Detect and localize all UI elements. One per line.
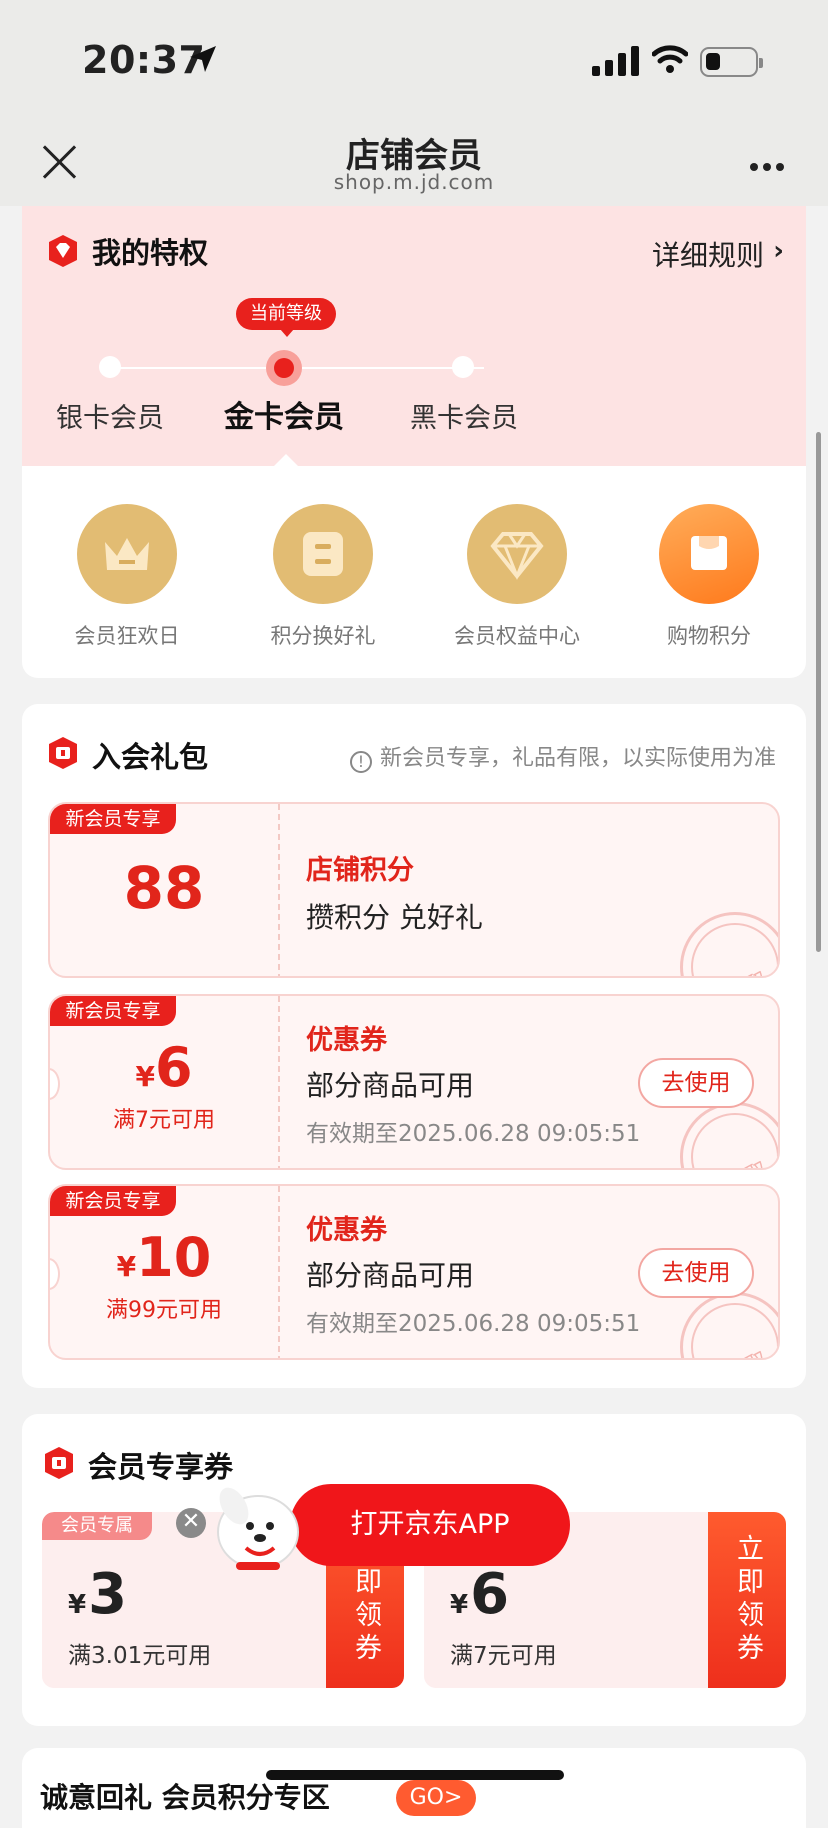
rules-link[interactable]: 详细规则 (652, 234, 764, 274)
coupon-amount: ¥6 (450, 1562, 510, 1627)
privilege-card: 我的特权 详细规则 › 当前等级 银卡会员 金卡会员 黑卡会员 会员狂欢日 积分… (22, 206, 806, 678)
chevron-right-icon[interactable]: › (773, 236, 784, 266)
level-silver[interactable]: 银卡会员 (30, 396, 190, 435)
coupon-title: 优惠券 (306, 1215, 387, 1246)
coupon-badge-icon (49, 737, 77, 769)
coupon-title: 优惠券 (306, 1025, 387, 1056)
claimed-stamp: 已领取 (680, 912, 778, 976)
member-coupon-section: 会员专享券 会员专属 ¥3 满3.01元可用 立即领券 ¥6 满7元可用 立即领… (22, 1414, 806, 1726)
diamond-badge-icon (49, 235, 77, 267)
member-only-tag: 会员专属 (42, 1512, 152, 1540)
feature-points-gift[interactable]: 积分换好礼 (248, 504, 398, 650)
level-pointer (274, 454, 298, 466)
ticket-icon (273, 504, 373, 604)
points-zone-section: 诚意回礼 会员积分专区 GO> (22, 1748, 806, 1828)
gift-coupon-points: 新会员专享 88 店铺积分 攒积分 兑好礼 已领取 (48, 802, 780, 978)
info-icon: ! (349, 751, 372, 773)
gift-title: 入会礼包 (92, 740, 209, 774)
coupon-condition: 满7元可用 (450, 1643, 557, 1669)
use-coupon-button[interactable]: 去使用 (638, 1248, 754, 1298)
crown-icon (77, 504, 177, 604)
open-jd-app-button[interactable]: 打开京东APP (290, 1484, 570, 1566)
level-gold[interactable]: 金卡会员 (204, 392, 364, 436)
coupon-amount: ¥3 (68, 1562, 128, 1627)
feature-benefit-center[interactable]: 会员权益中心 (442, 504, 592, 650)
home-indicator[interactable] (266, 1770, 564, 1780)
cellular-signal-icon (592, 46, 639, 76)
location-arrow-icon (190, 46, 216, 72)
coupon-badge-icon (45, 1447, 73, 1479)
new-member-tag: 新会员专享 (50, 1186, 176, 1216)
current-level-badge: 当前等级 (236, 298, 336, 337)
coupon-expiry: 有效期至2025.06.28 09:05:51 (306, 1311, 641, 1337)
diamond-icon (467, 504, 567, 604)
scrollbar[interactable] (816, 432, 821, 952)
gift-note: ! 新会员专享，礼品有限，以实际使用为准 (349, 740, 776, 773)
claim-coupon-button[interactable]: 立即领券 (708, 1512, 786, 1688)
claimed-stamp: 已领取 (680, 1292, 778, 1358)
coupon-desc: 部分商品可用 (306, 1069, 475, 1102)
coupon-desc: 攒积分 兑好礼 (306, 901, 483, 934)
battery-icon (700, 47, 763, 77)
claimed-stamp: 已领取 (680, 1102, 778, 1168)
coupon-expiry: 有效期至2025.06.28 09:05:51 (306, 1121, 641, 1147)
level-dot-silver (99, 356, 121, 378)
new-member-tag: 新会员专享 (50, 996, 176, 1026)
status-bar: 20:37 (0, 0, 828, 120)
new-member-tag: 新会员专享 (50, 804, 176, 834)
gift-coupon-10: 新会员专享 ¥10 满99元可用 优惠券 部分商品可用 有效期至2025.06.… (48, 1184, 780, 1360)
feature-shopping-points[interactable]: 购物积分 (634, 504, 784, 650)
wifi-icon (652, 45, 688, 73)
joy-mascot-icon (217, 1487, 299, 1570)
nav-bar: 店铺会员 shop.m.jd.com (0, 120, 828, 206)
go-button[interactable]: GO> (396, 1780, 476, 1816)
level-black[interactable]: 黑卡会员 (384, 396, 544, 435)
clock: 20:37 (82, 38, 206, 82)
join-gift-section: 入会礼包 ! 新会员专享，礼品有限，以实际使用为准 新会员专享 88 店铺积分 攒… (22, 704, 806, 1388)
use-coupon-button[interactable]: 去使用 (638, 1058, 754, 1108)
coupon-title: 店铺积分 (306, 855, 414, 886)
more-icon[interactable] (750, 156, 789, 175)
coupon-condition: 满7元可用 (113, 1108, 215, 1133)
coupon-amount: ¥10 (116, 1226, 212, 1289)
gift-coupon-6: 新会员专享 ¥6 满7元可用 优惠券 部分商品可用 有效期至2025.06.28… (48, 994, 780, 1170)
level-dot-black (452, 356, 474, 378)
points-zone-title: 诚意回礼 会员积分专区 (40, 1781, 330, 1814)
level-dot-current (266, 350, 302, 386)
privilege-title: 我的特权 (92, 236, 209, 270)
coupon-amount: ¥6 (135, 1036, 193, 1099)
coupon-condition: 满3.01元可用 (68, 1643, 212, 1669)
feature-carnival[interactable]: 会员狂欢日 (52, 504, 202, 650)
shopping-bag-icon (659, 504, 759, 604)
coupon-desc: 部分商品可用 (306, 1259, 475, 1292)
points-value: 88 (123, 854, 205, 922)
close-banner-icon[interactable]: ✕ (176, 1508, 206, 1538)
page-domain: shop.m.jd.com (333, 170, 495, 194)
coupon-condition: 满99元可用 (106, 1298, 222, 1323)
